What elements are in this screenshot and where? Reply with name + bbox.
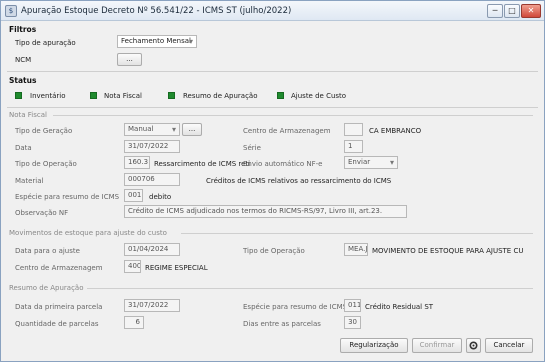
serie-label: Série: [243, 144, 261, 152]
data-ajuste-label: Data para o ajuste: [15, 247, 80, 255]
minimize-button[interactable]: ─: [487, 4, 503, 18]
status-resumo-label: Resumo de Apuração: [183, 92, 258, 100]
especie-resumo-desc: debito: [149, 193, 172, 201]
status-inventario-indicator: [15, 92, 22, 99]
nota-fiscal-title: Nota Fiscal: [9, 111, 47, 119]
regularizacao-button[interactable]: Regularização: [340, 338, 408, 353]
resumo-especie-desc: Crédito Residual ST: [365, 303, 434, 311]
serie-input[interactable]: 1: [344, 140, 363, 153]
data-primeira-parcela-input[interactable]: 31/07/2022: [124, 299, 180, 312]
material-desc: Créditos de ICMS relativos ao ressarcime…: [206, 177, 392, 185]
movimentos-title: Movimentos de estoque para ajuste do cus…: [9, 229, 167, 237]
tipo-operacao-label: Tipo de Operação: [15, 160, 77, 168]
centro-armazenagem-label: Centro de Armazenagem: [243, 127, 331, 135]
close-button[interactable]: ✕: [521, 4, 541, 18]
group-line: [87, 288, 533, 289]
status-nota-fiscal-indicator: [90, 92, 97, 99]
tipo-geracao-label: Tipo de Geração: [15, 127, 73, 135]
ncm-label: NCM: [15, 56, 32, 64]
maximize-button[interactable]: □: [504, 4, 520, 18]
mov-tipo-operacao-label: Tipo de Operação: [243, 247, 305, 255]
divider: [7, 71, 538, 72]
mov-tipo-operacao-input[interactable]: MEA.J: [344, 243, 368, 256]
envio-nfe-select[interactable]: Enviar: [344, 156, 398, 169]
observacao-nf-label: Observação NF: [15, 209, 69, 217]
status-title: Status: [9, 76, 37, 85]
settings-button[interactable]: [466, 338, 481, 353]
mov-centro-label: Centro de Armazenagem: [15, 264, 103, 272]
app-icon: $: [5, 5, 17, 17]
cancelar-button[interactable]: Cancelar: [485, 338, 533, 353]
resumo-especie-input[interactable]: 011: [344, 299, 361, 312]
status-nota-fiscal-label: Nota Fiscal: [104, 92, 142, 100]
dias-parcelas-label: Dias entre as parcelas: [243, 320, 321, 328]
resumo-especie-label: Espécie para resumo de ICMS: [243, 303, 348, 311]
data-label: Data: [15, 144, 32, 152]
gear-icon: [469, 341, 478, 350]
title-bar: $ Apuração Estoque Decreto Nº 56.541/22 …: [1, 1, 544, 21]
status-resumo-indicator: [168, 92, 175, 99]
tipo-operacao-input[interactable]: 160.3: [124, 156, 150, 169]
resumo-title: Resumo de Apuração: [9, 284, 84, 292]
status-ajuste-indicator: [277, 92, 284, 99]
material-input[interactable]: 000706: [124, 173, 180, 186]
tipo-geracao-select[interactable]: Manual: [124, 123, 180, 136]
data-primeira-parcela-label: Data da primeira parcela: [15, 303, 103, 311]
centro-armazenagem-input[interactable]: [344, 123, 363, 136]
qtd-parcelas-label: Quantidade de parcelas: [15, 320, 99, 328]
confirmar-button[interactable]: Confirmar: [412, 338, 462, 353]
especie-resumo-label: Espécie para resumo de ICMS: [15, 193, 120, 201]
data-ajuste-input[interactable]: 01/04/2024: [124, 243, 180, 256]
tipo-operacao-desc: Ressarcimento de ICMS reti: [154, 160, 251, 168]
mov-centro-input[interactable]: 400: [124, 260, 141, 273]
dias-parcelas-input[interactable]: 30: [344, 316, 361, 329]
status-ajuste-label: Ajuste de Custo: [291, 92, 347, 100]
divider: [7, 107, 538, 108]
mov-centro-desc: REGIME ESPECIAL: [145, 264, 208, 272]
window-title: Apuração Estoque Decreto Nº 56.541/22 - …: [21, 6, 292, 16]
status-inventario-label: Inventário: [30, 92, 66, 100]
tipo-apuracao-select[interactable]: Fechamento Mensal: [117, 35, 197, 48]
tipo-apuracao-label: Tipo de apuração: [15, 39, 76, 47]
qtd-parcelas-input[interactable]: 6: [124, 316, 144, 329]
material-label: Material: [15, 177, 44, 185]
tipo-geracao-lookup-button[interactable]: ...: [182, 123, 202, 136]
centro-armazenagem-desc: CA EMBRANCO: [369, 127, 422, 135]
group-line: [181, 233, 533, 234]
ncm-lookup-button[interactable]: ...: [117, 53, 142, 66]
especie-resumo-input[interactable]: 001: [124, 189, 143, 202]
data-input[interactable]: 31/07/2022: [124, 140, 180, 153]
group-line: [53, 115, 533, 116]
filtros-title: Filtros: [9, 25, 37, 34]
observacao-nf-input[interactable]: Crédito de ICMS adjudicado nos termos do…: [124, 205, 407, 218]
envio-nfe-label: Envio automático NF-e: [243, 160, 323, 168]
mov-tipo-operacao-desc: MOVIMENTO DE ESTOQUE PARA AJUSTE CUSTO: [372, 247, 524, 255]
dialog-window: $ Apuração Estoque Decreto Nº 56.541/22 …: [0, 0, 545, 362]
